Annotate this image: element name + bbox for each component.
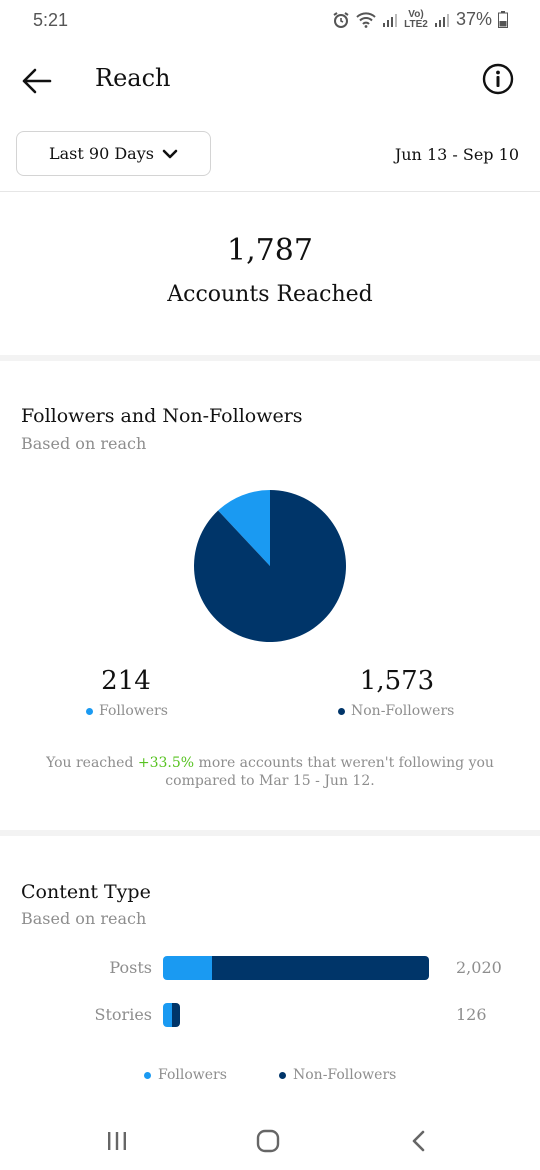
comparison-suffix: more accounts that weren't following you… <box>165 755 494 789</box>
comparison-percent: +33.5% <box>137 755 195 771</box>
battery-icon <box>498 11 508 28</box>
followers-count: 214 <box>101 666 151 696</box>
chevron-left-icon <box>412 1130 425 1152</box>
nonfollowers-legend-label: Non-Followers <box>351 703 455 719</box>
back-button[interactable] <box>20 64 54 98</box>
bar-stories <box>163 1003 180 1027</box>
bar-label-stories: Stories <box>94 1005 152 1024</box>
info-button[interactable] <box>482 63 514 95</box>
content-legend-followers: Followers <box>144 1067 227 1083</box>
bar-value-stories: 126 <box>456 1005 487 1024</box>
home-button[interactable] <box>253 1126 283 1156</box>
nonfollowers-dot <box>279 1071 286 1079</box>
accounts-reached-value: 1,787 <box>227 233 313 268</box>
content-type-subtitle: Based on reach <box>21 909 147 928</box>
wifi-icon <box>356 11 376 28</box>
bar-segment-posts-followers <box>163 956 212 980</box>
date-range-dropdown[interactable]: Last 90 Days <box>16 131 211 176</box>
bar-posts <box>163 956 429 980</box>
info-circle-icon <box>482 63 514 95</box>
chevron-down-icon <box>162 149 178 158</box>
comparison-prefix: You reached <box>46 755 138 771</box>
date-range-text: Jun 13 - Sep 10 <box>394 145 519 164</box>
signal-icon <box>382 13 397 27</box>
bar-segment-stories-followers <box>163 1003 173 1027</box>
recent-apps-icon <box>108 1132 126 1150</box>
section-divider-2 <box>0 830 540 836</box>
status-bar: 5:21 Vo) LTE2 37% <box>0 0 540 44</box>
nonfollowers-count: 1,573 <box>359 666 435 696</box>
android-nav-bar <box>0 1110 540 1170</box>
section-divider <box>0 355 540 361</box>
pie-slice-non-followers <box>194 490 346 642</box>
app-header: Reach <box>0 52 540 108</box>
bar-label-posts: Posts <box>109 958 152 977</box>
followers-section-subtitle: Based on reach <box>21 434 147 453</box>
content-type-title: Content Type <box>21 881 151 903</box>
followers-legend-label: Followers <box>99 703 168 719</box>
network-label: Vo) LTE2 <box>404 8 428 30</box>
range-label: Last 90 Days <box>49 144 154 163</box>
followers-dot <box>86 707 93 715</box>
followers-pie-chart <box>194 490 346 642</box>
content-legend-nonfollowers: Non-Followers <box>279 1067 396 1083</box>
followers-dot <box>144 1071 151 1079</box>
divider <box>0 191 540 192</box>
legend-nonfollowers-label: Non-Followers <box>293 1067 397 1083</box>
home-icon <box>256 1129 280 1153</box>
legend-followers-label: Followers <box>158 1067 227 1083</box>
arrow-left-icon <box>22 68 52 94</box>
nonfollowers-legend: Non-Followers <box>338 703 454 719</box>
signal-icon-2 <box>434 13 449 27</box>
recent-apps-button[interactable] <box>102 1126 132 1156</box>
status-icons: Vo) LTE2 37% <box>332 9 508 30</box>
followers-section-title: Followers and Non-Followers <box>21 405 303 427</box>
comparison-text: You reached +33.5% more accounts that we… <box>30 754 510 790</box>
bar-segment-posts-non-followers <box>211 956 429 980</box>
bar-segment-stories-non-followers <box>172 1003 180 1027</box>
nonfollowers-dot <box>338 707 345 715</box>
accounts-reached-label: Accounts Reached <box>167 282 373 307</box>
page-title: Reach <box>95 64 171 92</box>
status-time: 5:21 <box>33 10 69 30</box>
battery-percent: 37% <box>455 9 492 29</box>
bar-value-posts: 2,020 <box>456 958 502 977</box>
alarm-icon <box>333 11 349 28</box>
back-nav-button[interactable] <box>404 1126 434 1156</box>
followers-legend: Followers <box>86 703 168 719</box>
